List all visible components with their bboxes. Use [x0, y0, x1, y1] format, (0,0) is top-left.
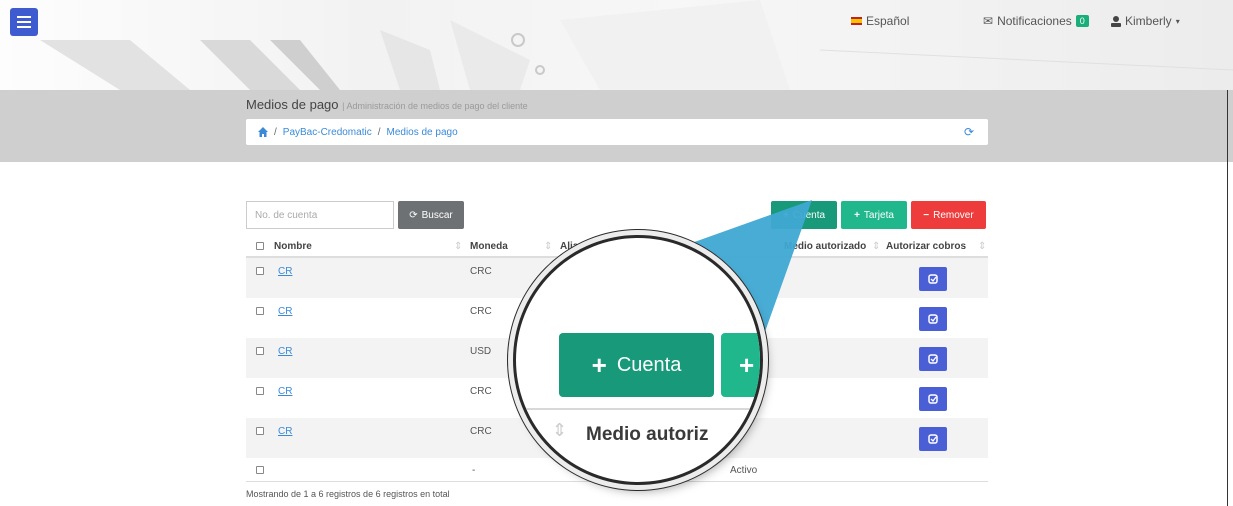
- account-name-link[interactable]: CR: [278, 386, 292, 397]
- status-cell: Activo: [730, 465, 758, 476]
- currency-cell: CRC: [470, 266, 492, 277]
- authorize-charges-button[interactable]: [919, 307, 947, 331]
- plus-icon: +: [854, 209, 860, 221]
- table-info-text: Mostrando de 1 a 6 registros de 6 regist…: [246, 489, 450, 499]
- plus-icon: +: [782, 209, 789, 221]
- add-card-button[interactable]: + Tarjeta: [841, 201, 907, 229]
- notifications-count-badge: 0: [1075, 15, 1089, 27]
- row-checkbox[interactable]: [256, 307, 264, 315]
- row-checkbox[interactable]: [256, 387, 264, 395]
- magnified-button-label: Cuenta: [616, 353, 682, 376]
- edit-check-icon: [928, 314, 938, 324]
- sort-icon: ⇕: [544, 241, 553, 252]
- account-name-link[interactable]: CR: [278, 426, 292, 437]
- sort-icon: ⇕: [978, 241, 987, 252]
- column-header-currency[interactable]: Moneda: [470, 241, 508, 252]
- page-border: [1227, 90, 1228, 506]
- currency-cell: -: [472, 465, 476, 476]
- user-icon: [1111, 15, 1121, 27]
- currency-cell: CRC: [470, 306, 492, 317]
- notifications-label: Notificaciones: [997, 14, 1072, 28]
- magnified-column-header: Medio autoriz: [586, 424, 709, 445]
- sort-icon: ⇕: [872, 241, 881, 252]
- account-name-link[interactable]: CR: [278, 306, 292, 317]
- column-header-authorize-charges[interactable]: Autorizar cobros: [886, 241, 966, 252]
- currency-cell: USD: [470, 346, 492, 357]
- magnified-add-account-button: + Cuenta: [559, 333, 714, 397]
- search-button[interactable]: ⟳ Buscar: [398, 201, 464, 229]
- remove-label: Remover: [933, 209, 974, 221]
- account-number-search-input[interactable]: [246, 201, 394, 229]
- breadcrumb-separator: /: [274, 126, 277, 138]
- hamburger-icon: [17, 16, 31, 28]
- account-name-link[interactable]: CR: [278, 266, 292, 277]
- add-account-label: Cuenta: [792, 209, 826, 221]
- column-header-authorized[interactable]: Medio autorizado: [784, 241, 866, 252]
- top-navbar: Español ✉ Notificaciones 0 Kimberly ▾: [0, 0, 1233, 40]
- page-subtitle: | Administración de medios de pago del c…: [342, 101, 528, 111]
- row-checkbox[interactable]: [256, 347, 264, 355]
- row-checkbox[interactable]: [256, 466, 264, 474]
- user-name: Kimberly: [1125, 14, 1172, 28]
- edit-check-icon: [928, 394, 938, 404]
- refresh-icon[interactable]: ⟳: [964, 125, 974, 139]
- breadcrumb-item-paybac[interactable]: PayBac-Credomatic: [283, 127, 372, 138]
- account-name-link[interactable]: CR: [278, 346, 292, 357]
- refresh-icon: ⟳: [409, 209, 418, 221]
- authorize-charges-button[interactable]: [919, 427, 947, 451]
- breadcrumb-item-medios[interactable]: Medios de pago: [386, 127, 457, 138]
- authorize-charges-button[interactable]: [919, 347, 947, 371]
- column-header-name[interactable]: Nombre: [274, 241, 312, 252]
- plus-icon: +: [591, 349, 607, 380]
- page-title-text: Medios de pago: [246, 97, 339, 112]
- envelope-icon: ✉: [983, 14, 994, 28]
- caret-down-icon: ▾: [1175, 16, 1180, 26]
- authorize-charges-button[interactable]: [919, 267, 947, 291]
- home-icon[interactable]: [258, 127, 268, 137]
- row-checkbox[interactable]: [256, 267, 264, 275]
- user-menu[interactable]: Kimberly ▾: [1111, 14, 1180, 28]
- magnifier-callout: + Cuenta + ⇕ Medio autoriz: [513, 235, 763, 485]
- edit-check-icon: [928, 434, 938, 444]
- remove-button[interactable]: − Remover: [911, 201, 986, 229]
- authorize-charges-button[interactable]: [919, 387, 947, 411]
- row-checkbox[interactable]: [256, 427, 264, 435]
- spain-flag-icon: [851, 17, 862, 25]
- edit-check-icon: [928, 354, 938, 364]
- notifications-menu[interactable]: ✉ Notificaciones 0: [983, 14, 1089, 28]
- currency-cell: CRC: [470, 426, 492, 437]
- language-label: Español: [866, 14, 910, 28]
- breadcrumb-separator: /: [377, 126, 381, 138]
- minus-icon: −: [923, 209, 930, 221]
- add-account-button[interactable]: + Cuenta: [771, 201, 837, 229]
- search-button-label: Buscar: [421, 209, 453, 221]
- select-all-checkbox[interactable]: [256, 242, 264, 250]
- plus-icon: +: [739, 349, 755, 380]
- language-selector[interactable]: Español: [851, 14, 909, 28]
- page-title: Medios de pago | Administración de medio…: [246, 97, 528, 112]
- breadcrumb: / PayBac-Credomatic / Medios de pago ⟳: [246, 119, 988, 145]
- magnified-add-card-button: +: [721, 333, 760, 397]
- magnified-divider: [516, 408, 760, 410]
- add-card-label: Tarjeta: [863, 209, 894, 221]
- hamburger-menu-button[interactable]: [10, 8, 38, 36]
- sort-icon: ⇕: [454, 241, 463, 252]
- sort-icon: ⇕: [552, 420, 568, 440]
- currency-cell: CRC: [470, 386, 492, 397]
- edit-check-icon: [928, 274, 938, 284]
